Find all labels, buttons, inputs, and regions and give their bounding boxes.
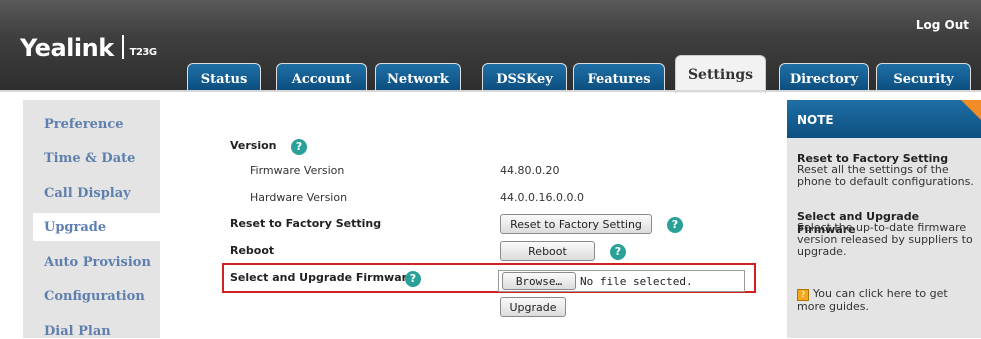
hardware-version-value: 44.0.0.16.0.0.0: [500, 191, 584, 204]
logo-separator: [121, 35, 124, 59]
sidebar-item-time-date[interactable]: Time & Date: [44, 151, 135, 166]
firmware-version-label: Firmware Version: [250, 164, 345, 177]
tab-account[interactable]: Account: [276, 63, 367, 90]
tab-dsskey[interactable]: DSSKey: [482, 63, 567, 90]
note-panel: NOTE Reset to Factory Setting Reset all …: [787, 100, 981, 338]
firmware-version-value: 44.80.0.20: [500, 164, 560, 177]
logo-text: Yealink: [20, 34, 114, 62]
tab-status[interactable]: Status: [187, 63, 261, 90]
reset-factory-button[interactable]: Reset to Factory Setting: [500, 214, 652, 234]
header-divider: [0, 90, 981, 92]
note-upgrade-text: Select the up-to-date firmware version r…: [797, 221, 973, 258]
sidebar-item-auto-provision[interactable]: Auto Provision: [44, 255, 151, 270]
reboot-button[interactable]: Reboot: [500, 241, 595, 261]
note-corner-icon: [961, 100, 981, 120]
note-guide-text: You can click here to get more guides.: [797, 287, 948, 313]
reboot-label: Reboot: [230, 244, 275, 257]
version-label: Version: [230, 139, 277, 152]
tab-features[interactable]: Features: [573, 63, 665, 90]
yealink-logo: Yealink T23G: [20, 34, 157, 62]
browse-button[interactable]: Browse…: [502, 272, 576, 290]
file-status: No file selected.: [580, 275, 693, 288]
reboot-help-icon[interactable]: ?: [610, 244, 626, 260]
tab-security[interactable]: Security: [876, 63, 971, 90]
note-reset-text: Reset all the settings of the phone to d…: [797, 163, 974, 188]
sidebar-item-dial-plan[interactable]: Dial Plan: [44, 324, 111, 339]
version-help-icon[interactable]: ?: [291, 139, 307, 155]
sidebar-item-preference[interactable]: Preference: [44, 117, 124, 132]
tab-network[interactable]: Network: [375, 63, 461, 90]
upgrade-button[interactable]: Upgrade: [500, 297, 566, 317]
reset-factory-label: Reset to Factory Setting: [230, 217, 382, 230]
sidebar: Preference Time & Date Call Display Upgr…: [23, 100, 160, 339]
logout-link[interactable]: Log Out: [916, 18, 969, 32]
sidebar-item-call-display[interactable]: Call Display: [44, 186, 131, 201]
tab-directory[interactable]: Directory: [779, 63, 869, 90]
sidebar-item-configuration[interactable]: Configuration: [44, 289, 145, 304]
upgrade-firmware-help-icon[interactable]: ?: [405, 271, 421, 287]
tab-settings[interactable]: Settings: [675, 55, 766, 93]
upgrade-firmware-label: Select and Upgrade Firmware: [230, 271, 415, 284]
note-title: NOTE: [787, 100, 981, 138]
logo-model: T23G: [129, 47, 157, 58]
note-guide-link[interactable]: ? You can click here to get more guides.: [797, 288, 977, 313]
sidebar-item-upgrade[interactable]: Upgrade: [33, 213, 160, 241]
reset-help-icon[interactable]: ?: [667, 217, 683, 233]
hardware-version-label: Hardware Version: [250, 191, 348, 204]
